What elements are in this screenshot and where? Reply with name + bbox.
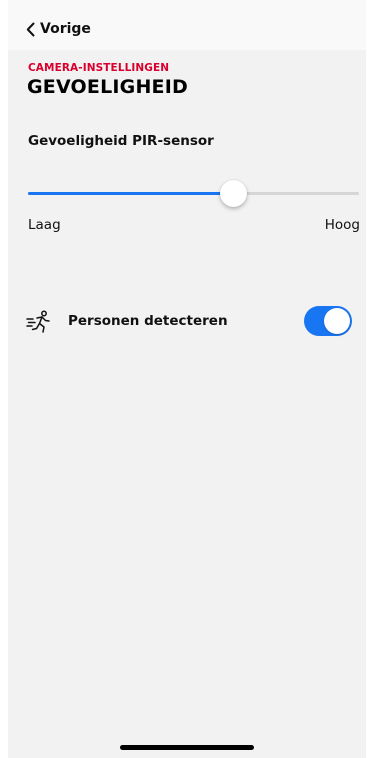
settings-screen: Vorige CAMERA-INSTELLINGEN GEVOELIGHEID … [8, 0, 366, 758]
slider-fill [28, 192, 234, 195]
home-indicator [120, 745, 254, 750]
page-title: GEVOELIGHEID [27, 76, 188, 98]
person-detection-label: Personen detecteren [68, 313, 228, 329]
back-button[interactable]: Vorige [26, 18, 91, 40]
chevron-left-icon [26, 22, 35, 36]
sensitivity-slider[interactable] [28, 180, 359, 208]
navigation-bar: Vorige [8, 0, 366, 50]
slider-low-label: Laag [28, 217, 61, 233]
person-detection-row: Personen detecteren [8, 302, 366, 342]
running-person-icon [26, 310, 50, 333]
section-label: CAMERA-INSTELLINGEN [28, 62, 170, 74]
slider-thumb[interactable] [220, 180, 248, 207]
back-label: Vorige [40, 21, 91, 37]
sensitivity-title: Gevoeligheid PIR-sensor [28, 133, 214, 149]
person-detection-toggle[interactable] [304, 306, 352, 336]
slider-high-label: Hoog [324, 217, 360, 233]
toggle-knob [324, 308, 350, 334]
